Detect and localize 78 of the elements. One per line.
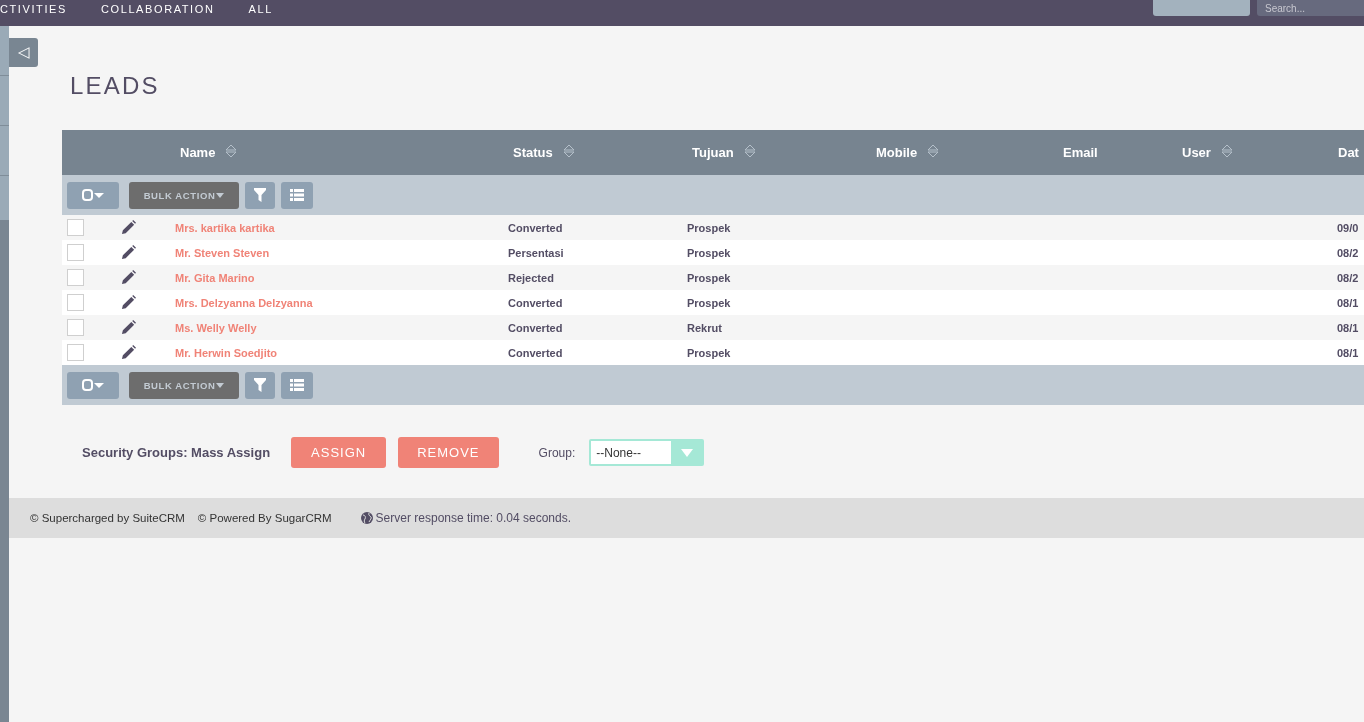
list-icon: [290, 189, 304, 201]
table-cell: Converted: [508, 296, 563, 309]
table-cell: 08/1: [1337, 296, 1359, 309]
nav-menu-item[interactable]: ALL: [248, 0, 273, 16]
filter-icon: [254, 188, 266, 202]
sort-icon[interactable]: [1220, 144, 1233, 158]
checkbox-caret-icon: [82, 189, 104, 201]
table-cell: 08/2: [1337, 246, 1359, 259]
sort-icon[interactable]: [743, 144, 756, 158]
filter-button[interactable]: [245, 181, 275, 209]
footer-credit-link[interactable]: © Supercharged by SuiteCRM: [30, 512, 185, 524]
column-header[interactable]: Tujuan: [692, 145, 734, 160]
group-select[interactable]: --None--: [589, 439, 705, 466]
sort-icon[interactable]: [562, 144, 575, 158]
select-dropdown-button[interactable]: [67, 371, 119, 399]
pencil-icon[interactable]: [121, 245, 136, 260]
select-dropdown-button[interactable]: [67, 181, 119, 209]
column-chooser-button[interactable]: [281, 181, 313, 209]
table-cell: Converted: [508, 321, 563, 334]
column-chooser-button[interactable]: [281, 371, 313, 399]
table-cell: Converted: [508, 346, 563, 359]
caret-down-icon: [216, 382, 225, 388]
lead-name-link[interactable]: Mrs. kartika kartika: [175, 221, 275, 234]
mass-assign-button[interactable]: REMOVE: [398, 437, 499, 468]
server-response-time: Server response time: 0.04 seconds.: [375, 511, 572, 525]
table-cell: Rejected: [508, 271, 554, 284]
table-cell: 08/1: [1337, 321, 1359, 334]
lead-name-link[interactable]: Mr. Gita Marino: [175, 271, 255, 284]
row-checkbox[interactable]: [67, 344, 84, 361]
table-cell: Prospek: [687, 271, 731, 284]
pencil-icon[interactable]: [121, 345, 136, 360]
filter-icon: [254, 378, 266, 392]
table-cell: 08/1: [1337, 346, 1359, 359]
row-checkbox[interactable]: [67, 269, 84, 286]
table-cell: Prospek: [687, 346, 731, 359]
table-cell: Rekrut: [687, 321, 722, 334]
row-checkbox[interactable]: [67, 294, 84, 311]
table-cell: 08/2: [1337, 271, 1359, 284]
pencil-icon[interactable]: [121, 220, 136, 235]
table-cell: Persentasi: [508, 246, 564, 259]
pencil-icon[interactable]: [121, 295, 136, 310]
mass-assign-label: Security Groups: Mass Assign: [82, 445, 271, 460]
footer-credit-link[interactable]: © Powered By SugarCRM: [197, 512, 332, 524]
lead-name-link[interactable]: Mr. Steven Steven: [175, 246, 270, 259]
column-header[interactable]: User: [1182, 145, 1211, 160]
group-label: Group:: [538, 445, 576, 460]
table-cell: Prospek: [687, 296, 731, 309]
caret-down-icon: [680, 448, 693, 457]
lead-name-link[interactable]: Mr. Herwin Soedjito: [175, 346, 278, 359]
table-cell: Prospek: [687, 246, 731, 259]
column-header[interactable]: Name: [180, 145, 216, 160]
checkbox-caret-icon: [82, 379, 104, 391]
sort-icon[interactable]: [927, 144, 940, 158]
column-header: Email: [1063, 145, 1098, 160]
column-header: Dat: [1338, 145, 1359, 160]
table-cell: Prospek: [687, 221, 731, 234]
column-header[interactable]: Status: [513, 145, 553, 160]
sidebar-toggle-button[interactable]: ◁: [9, 38, 38, 67]
row-checkbox[interactable]: [67, 219, 84, 236]
pencil-icon[interactable]: [121, 320, 136, 335]
filter-button[interactable]: [245, 371, 275, 399]
lead-name-link[interactable]: Ms. Welly Welly: [175, 321, 257, 334]
table-cell: Converted: [508, 221, 563, 234]
table-cell: 09/0: [1337, 221, 1359, 234]
search-field[interactable]: Search...: [1257, 0, 1364, 16]
nav-menu-item[interactable]: COLLABORATION: [100, 0, 215, 16]
row-checkbox[interactable]: [67, 244, 84, 261]
mass-assign-button[interactable]: ASSIGN: [291, 437, 387, 468]
caret-down-icon: [216, 192, 225, 198]
nav-menu-item[interactable]: CTIVITIES: [0, 0, 67, 16]
pencil-icon[interactable]: [121, 270, 136, 285]
list-icon: [290, 379, 304, 391]
sort-icon[interactable]: [225, 144, 238, 158]
column-header[interactable]: Mobile: [876, 145, 918, 160]
lead-name-link[interactable]: Mrs. Delzyanna Delzyanna: [175, 296, 313, 309]
globe-icon: [360, 512, 373, 524]
page-title: LEADS: [70, 71, 160, 101]
row-checkbox[interactable]: [67, 319, 84, 336]
